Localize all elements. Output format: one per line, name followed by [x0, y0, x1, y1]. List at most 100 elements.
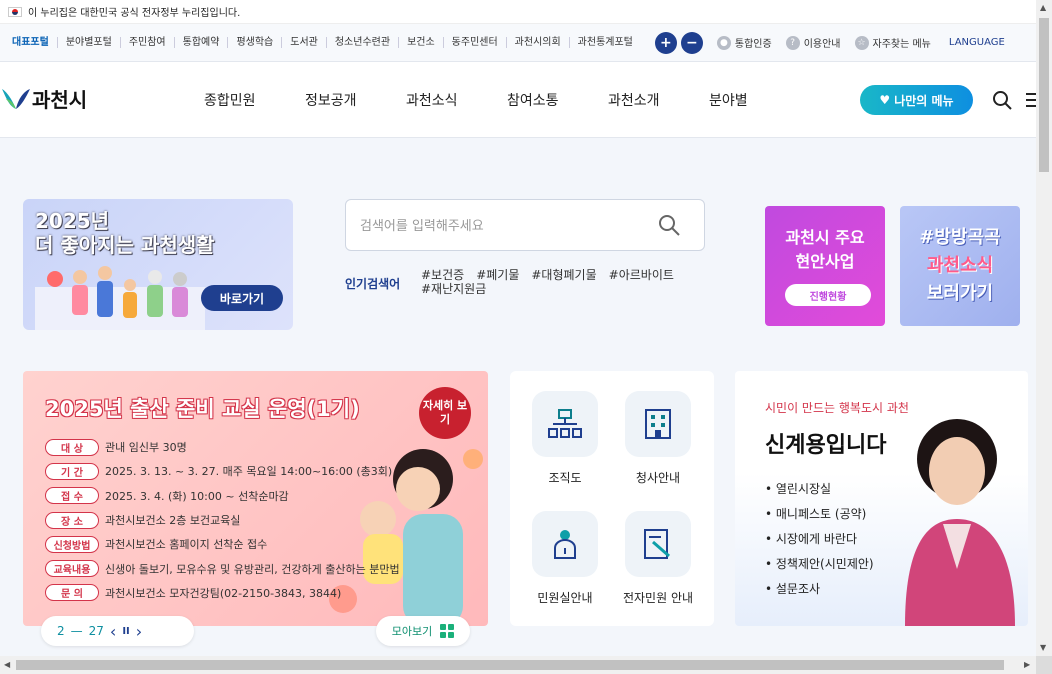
quick-link-label: 전자민원 안내: [622, 591, 694, 605]
my-menu-button[interactable]: ♥ 나만의 메뉴: [860, 85, 973, 115]
site-link[interactable]: 주민참여: [121, 37, 175, 48]
quick-link-label: 조직도: [548, 471, 582, 485]
guide-label: 이용안내: [803, 39, 841, 50]
person-icon: [554, 530, 576, 559]
quick-link-civil-office[interactable]: 민원실안내: [520, 511, 610, 606]
nav-item[interactable]: 참여소통: [507, 90, 608, 110]
view-all-label: 모아보기: [391, 625, 433, 638]
header: 과천시 종합민원 정보공개 과천소식 참여소통 과천소개 분야별 ♥ 나만의 메…: [0, 62, 1036, 138]
auth-link[interactable]: ● 통합인증: [716, 35, 772, 50]
mayor-photo: [905, 419, 1015, 626]
my-menu-label: 나만의 메뉴: [894, 93, 954, 108]
grid-icon: [440, 624, 455, 638]
keyword-tag[interactable]: #재난지원금: [421, 282, 486, 296]
document-pen-icon: [644, 529, 670, 559]
site-link[interactable]: 분야별포털: [58, 37, 121, 48]
auth-label: 통합인증: [734, 39, 772, 50]
nav-item[interactable]: 분야별: [709, 90, 810, 110]
site-link[interactable]: 청소년수련관: [327, 37, 400, 48]
site-link[interactable]: 과천통계포털: [570, 37, 641, 48]
event-row: 대 상 관내 임신부 30명: [45, 435, 400, 459]
mayor-link[interactable]: • 열린시장실: [765, 480, 874, 505]
site-link[interactable]: 과천시의회: [507, 37, 570, 48]
quick-link-e-civil[interactable]: 전자민원 안내: [613, 511, 703, 606]
keyword-tag[interactable]: #폐기물: [476, 268, 519, 282]
event-row: 기 간 2025. 3. 13. ~ 3. 27. 매주 목요일 14:00~16…: [45, 459, 400, 483]
slide-pager: 2 — 27 ‹ II ›: [41, 616, 194, 646]
scroll-down-icon[interactable]: ▼: [1040, 643, 1046, 652]
slide-total: 27: [88, 624, 104, 638]
life-banner[interactable]: 2025년 더 좋아지는 과천생활 바로가기: [23, 199, 293, 330]
search-icon[interactable]: [992, 90, 1012, 110]
event-detail-button[interactable]: 자세히 보기: [419, 387, 471, 439]
search-input[interactable]: [360, 214, 650, 238]
quick-link-org-chart[interactable]: 조직도: [520, 391, 610, 486]
site-link[interactable]: 평생학습: [228, 37, 283, 48]
favorites-link[interactable]: ☆ 자주찾는 메뉴: [854, 35, 931, 50]
site-link[interactable]: 통합예약: [175, 37, 229, 48]
search-box: [345, 199, 705, 251]
popular-keywords: #보건증 #폐기물 #대형폐기물 #아르바이트 #재난지원금: [421, 268, 701, 296]
quick-links-panel: 조직도 청사안내 민원실안내 전자민원 안내: [510, 371, 714, 626]
scroll-right-icon[interactable]: ▶: [1024, 660, 1030, 669]
keyword-tag[interactable]: #대형폐기물: [531, 268, 596, 282]
zoom-out-button[interactable]: −: [680, 31, 703, 54]
lock-icon: ●: [716, 35, 731, 50]
nav-item[interactable]: 과천소개: [608, 90, 709, 110]
nav-item[interactable]: 정보공개: [305, 90, 406, 110]
scroll-left-icon[interactable]: ◀: [4, 660, 10, 669]
language-button[interactable]: LANGUAGE: [949, 37, 1005, 48]
gov-notice-text: 이 누리집은 대한민국 공식 전자정부 누리집입니다.: [28, 8, 241, 19]
quick-link-label: 민원실안내: [537, 591, 593, 605]
heart-icon: ♥: [879, 93, 891, 107]
horizontal-scroll-thumb[interactable]: [16, 660, 1004, 670]
event-row: 장 소 과천시보건소 2층 보건교육실: [45, 508, 400, 532]
pause-icon[interactable]: II: [122, 626, 129, 637]
keyword-tag[interactable]: #아르바이트: [609, 268, 674, 282]
nav-item[interactable]: 과천소식: [406, 90, 507, 110]
prev-arrow-icon[interactable]: ‹: [110, 622, 116, 641]
news-banner[interactable]: #방방곡곡 과천소식 보러가기: [900, 206, 1020, 326]
keyword-tag[interactable]: #보건증: [421, 268, 464, 282]
vertical-scroll-thumb[interactable]: [1039, 18, 1049, 172]
mayor-link[interactable]: • 정책제안(시민제안): [765, 555, 874, 580]
event-slide[interactable]: 2025년 출산 준비 교실 운영(1기) 자세히 보기 대 상 관내 임신부 3…: [23, 371, 488, 626]
star-icon: ☆: [854, 35, 869, 50]
site-link-main[interactable]: 대표포털: [4, 37, 58, 48]
favorites-label: 자주찾는 메뉴: [872, 39, 931, 50]
key-projects-button[interactable]: 진행현황: [785, 284, 871, 306]
event-row: 문 의 과천시보건소 모자건강팀(02-2150-3843, 3844): [45, 581, 400, 605]
vertical-scrollbar[interactable]: ▲ ▼: [1036, 0, 1052, 656]
butterfly-logo-icon: [2, 88, 30, 109]
mayor-link[interactable]: • 시장에게 바란다: [765, 530, 874, 555]
key-projects-banner[interactable]: 과천시 주요 현안사업 진행현황: [765, 206, 885, 326]
view-all-button[interactable]: 모아보기: [376, 616, 470, 646]
next-arrow-icon[interactable]: ›: [136, 622, 142, 641]
horizontal-scrollbar[interactable]: ◀ ▶: [0, 656, 1036, 674]
guide-link[interactable]: ? 이용안내: [785, 35, 841, 50]
building-icon: [645, 409, 671, 439]
quick-link-label: 청사안내: [635, 471, 681, 485]
site-link[interactable]: 도서관: [282, 37, 327, 48]
family-illustration: [35, 266, 205, 330]
slide-current: 2: [57, 624, 65, 638]
family-site-bar: 대표포털 분야별포털 주민참여 통합예약 평생학습 도서관 청소년수련관 보건소…: [0, 24, 1036, 62]
site-links: 대표포털 분야별포털 주민참여 통합예약 평생학습 도서관 청소년수련관 보건소…: [0, 37, 641, 48]
hamburger-menu-icon[interactable]: [1026, 92, 1036, 108]
mayor-panel: 시민이 만드는 행복도시 과천 신계용입니다 • 열린시장실 • 매니페스토 (…: [735, 371, 1028, 626]
event-title: 2025년 출산 준비 교실 운영(1기): [45, 397, 360, 421]
zoom-in-button[interactable]: +: [654, 31, 677, 54]
search-submit-icon[interactable]: [658, 214, 680, 236]
life-banner-title: 2025년 더 좋아지는 과천생활: [35, 209, 215, 257]
life-banner-button[interactable]: 바로가기: [201, 285, 283, 311]
quick-link-building[interactable]: 청사안내: [613, 391, 703, 486]
nav-item[interactable]: 종합민원: [204, 90, 305, 110]
scroll-up-icon[interactable]: ▲: [1040, 3, 1046, 12]
mayor-link[interactable]: • 매니페스토 (공약): [765, 505, 874, 530]
question-icon: ?: [785, 35, 800, 50]
site-link[interactable]: 보건소: [399, 37, 444, 48]
mayor-link[interactable]: • 설문조사: [765, 580, 874, 605]
site-logo[interactable]: 과천시: [2, 84, 87, 113]
site-link[interactable]: 동주민센터: [444, 37, 507, 48]
slide-separator: —: [70, 624, 83, 638]
